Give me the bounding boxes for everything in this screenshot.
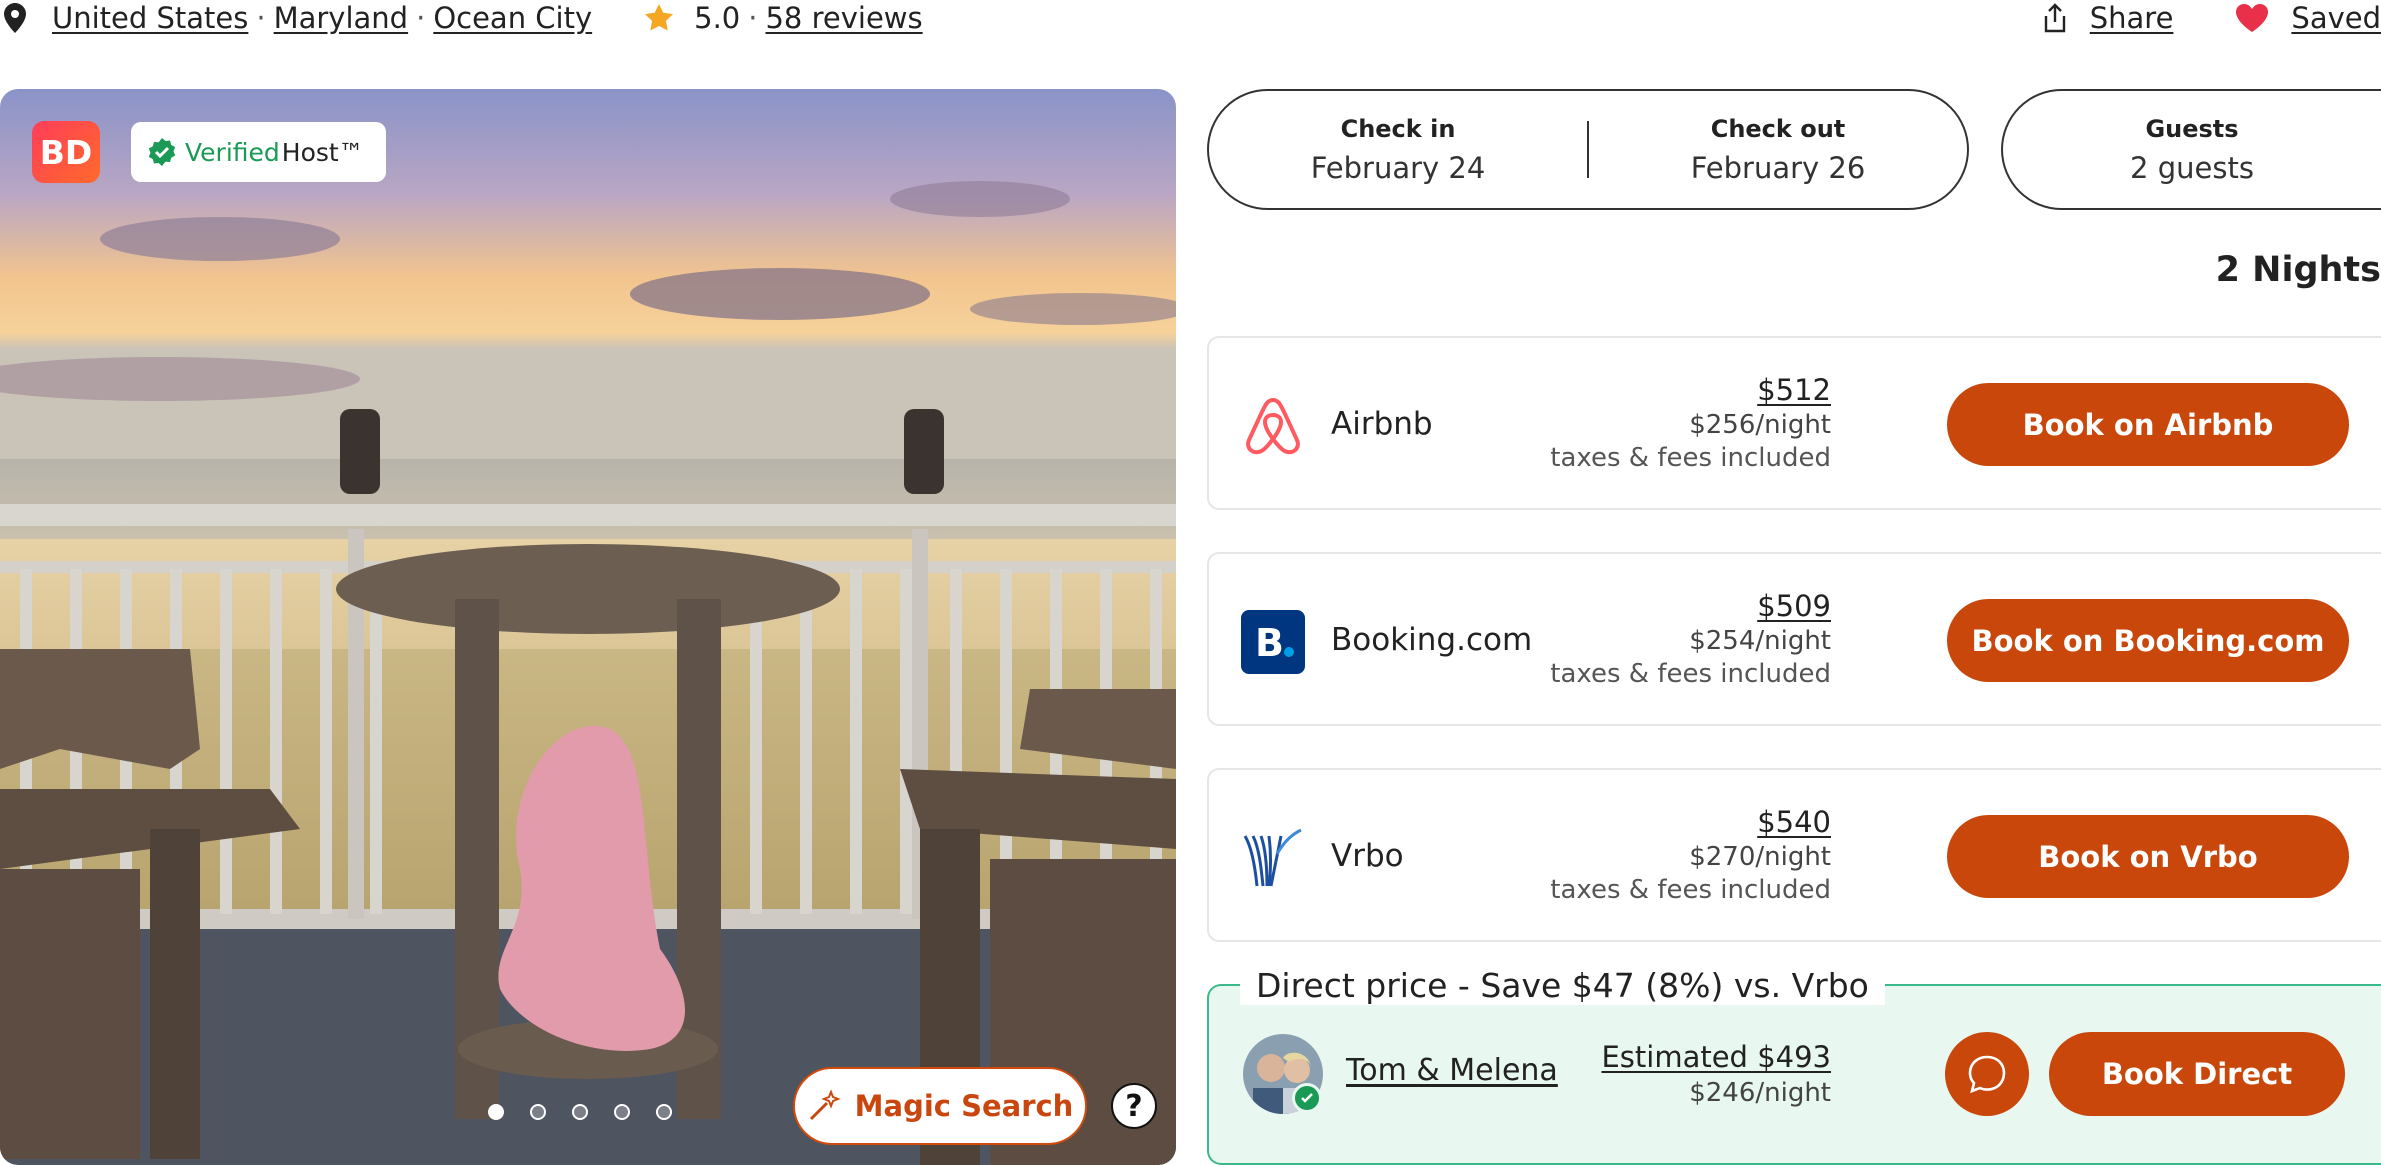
breadcrumb-separator: · xyxy=(416,1,426,35)
airbnb-logo-icon xyxy=(1246,397,1300,455)
total-price[interactable]: $512 xyxy=(1550,372,1831,408)
page-actions: Share Saved xyxy=(1980,0,2381,36)
location-pin-icon xyxy=(4,3,26,33)
svg-text:B: B xyxy=(1255,621,1284,665)
price-block: $540 $270/night taxes & fees included xyxy=(1550,804,1831,906)
host-name-link[interactable]: Tom & Melena xyxy=(1346,1053,1558,1088)
verified-check-icon xyxy=(148,138,176,166)
book-direct-button[interactable]: Book Direct xyxy=(2049,1032,2345,1116)
verified-suffix: Host™ xyxy=(281,137,364,167)
nights-count: 2 Nights xyxy=(2215,250,2381,290)
price-block: $509 $254/night taxes & fees included xyxy=(1550,588,1831,690)
carousel-dot[interactable] xyxy=(656,1104,672,1120)
nightly-price: $270/night xyxy=(1689,842,1831,872)
estimated-price[interactable]: Estimated $493 xyxy=(1601,1038,1831,1076)
balcony-sunset-image xyxy=(0,89,1176,1165)
offer-card-vrbo: Vrbo $540 $270/night taxes & fees includ… xyxy=(1207,768,2381,942)
verified-host-badge: Verified Host™ xyxy=(131,122,386,182)
brand-logo: BD xyxy=(32,121,100,183)
book-on-vrbo-button[interactable]: Book on Vrbo xyxy=(1947,815,2349,898)
heart-icon xyxy=(2236,4,2269,32)
check-in-value: February 24 xyxy=(1310,150,1486,185)
verified-word: Verified xyxy=(185,137,280,167)
host-verified-check-icon xyxy=(1292,1083,1322,1113)
breadcrumb-city[interactable]: Ocean City xyxy=(433,1,592,35)
price-block: $512 $256/night taxes & fees included xyxy=(1550,372,1831,474)
check-in-label: Check in xyxy=(1340,114,1456,143)
share-label: Share xyxy=(2089,1,2174,35)
check-in-field[interactable]: Check in February 24 xyxy=(1209,91,1587,208)
saved-label: Saved xyxy=(2291,1,2381,35)
chat-bubble-icon xyxy=(1968,1055,2006,1094)
vrbo-logo-icon xyxy=(1243,828,1302,887)
check-out-field[interactable]: Check out February 26 xyxy=(1589,91,1967,208)
guests-field[interactable]: Guests 2 guests xyxy=(2001,89,2381,210)
photo-carousel-dots xyxy=(488,1104,698,1120)
carousel-dot[interactable] xyxy=(614,1104,630,1120)
book-on-airbnb-button[interactable]: Book on Airbnb xyxy=(1947,383,2349,466)
platform-name: Airbnb xyxy=(1331,406,1433,442)
platform-name: Booking.com xyxy=(1331,622,1533,658)
message-host-button[interactable] xyxy=(1945,1032,2029,1116)
magic-search-label: Magic Search xyxy=(854,1089,1074,1123)
rating-score: 5.0 xyxy=(694,1,741,35)
check-out-value: February 26 xyxy=(1690,150,1866,185)
share-button[interactable]: Share xyxy=(2042,1,2174,35)
rating: 5.0 · 58 reviews xyxy=(642,1,923,35)
location-bar: United States · Maryland · Ocean City 5.… xyxy=(0,0,923,36)
platform-name: Vrbo xyxy=(1331,838,1404,874)
date-selector[interactable]: Check in February 24 Check out February … xyxy=(1207,89,1969,210)
carousel-dot[interactable] xyxy=(572,1104,588,1120)
saved-button[interactable]: Saved xyxy=(2235,1,2381,35)
breadcrumb-country[interactable]: United States xyxy=(52,1,248,35)
guests-value: 2 guests xyxy=(2130,150,2254,185)
book-on-booking-button[interactable]: Book on Booking.com xyxy=(1947,599,2349,682)
tax-note: taxes & fees included xyxy=(1550,659,1831,689)
nightly-price: $254/night xyxy=(1689,626,1831,656)
carousel-dot[interactable] xyxy=(530,1104,546,1120)
star-icon xyxy=(645,4,674,31)
breadcrumb-separator: · xyxy=(256,1,266,35)
carousel-dot[interactable] xyxy=(488,1104,504,1120)
check-out-label: Check out xyxy=(1710,114,1846,143)
rating-separator: · xyxy=(748,1,758,35)
magic-wand-icon xyxy=(809,1089,841,1121)
offer-card-airbnb: Airbnb $512 $256/night taxes & fees incl… xyxy=(1207,336,2381,510)
total-price[interactable]: $509 xyxy=(1550,588,1831,624)
listing-photo[interactable] xyxy=(0,89,1176,1165)
reviews-link[interactable]: 58 reviews xyxy=(765,1,922,35)
guests-label: Guests xyxy=(2145,114,2239,143)
total-price[interactable]: $540 xyxy=(1550,804,1831,840)
booking-logo-icon: B xyxy=(1241,610,1305,674)
tax-note: taxes & fees included xyxy=(1550,443,1831,473)
offer-card-booking: B Booking.com $509 $254/night taxes & fe… xyxy=(1207,552,2381,726)
help-button[interactable]: ? xyxy=(1111,1083,1157,1129)
share-icon xyxy=(2044,3,2065,33)
nightly-price: $256/night xyxy=(1689,410,1831,440)
tax-note: taxes & fees included xyxy=(1550,875,1831,905)
magic-search-button[interactable]: Magic Search xyxy=(793,1067,1087,1145)
direct-price-block: Estimated $493 $246/night xyxy=(1601,1038,1831,1110)
direct-price-title: Direct price - Save $47 (8%) vs. Vrbo xyxy=(1240,966,1885,1005)
breadcrumb-state[interactable]: Maryland xyxy=(274,1,409,35)
direct-nightly-price: $246/night xyxy=(1689,1078,1831,1108)
